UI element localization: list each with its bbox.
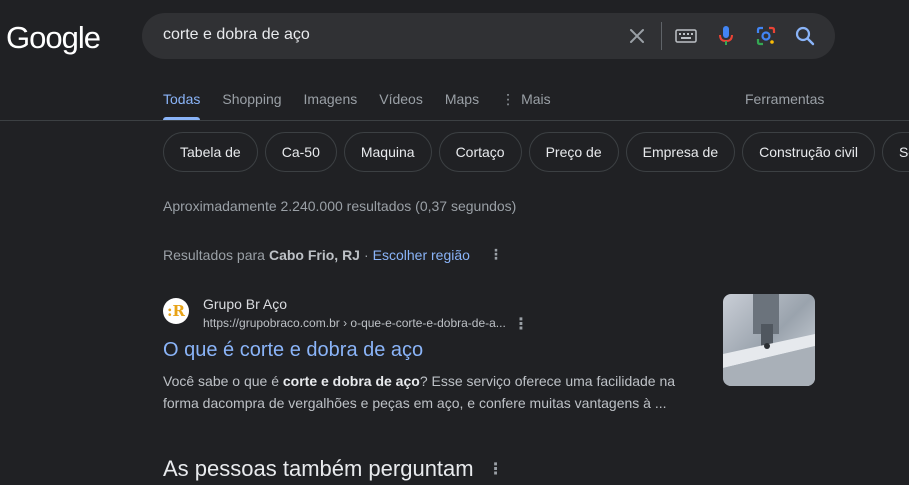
- site-url[interactable]: https://grupobraco.com.br › o-que-e-cort…: [203, 316, 506, 330]
- location-place: Cabo Frio, RJ: [268, 246, 360, 263]
- tab-maps[interactable]: Maps: [445, 78, 479, 120]
- search-results-page: Google corte e dobra de aço Todas Shoppi…: [0, 0, 909, 485]
- refinement-chips: Tabela de Ca-50 Maquina Cortaço Preço de…: [163, 132, 909, 172]
- chip[interactable]: Maquina: [343, 132, 432, 172]
- lens-icon[interactable]: [754, 24, 778, 48]
- snippet-highlight: corte e dobra de aço: [282, 373, 420, 389]
- location-notice: Resultados para Cabo Frio, RJ · Escolher…: [163, 246, 504, 263]
- site-name[interactable]: Grupo Br Aço: [203, 296, 287, 312]
- search-box[interactable]: corte e dobra de aço: [142, 13, 835, 59]
- tab-more[interactable]: ⋮ Mais: [501, 78, 551, 120]
- chip[interactable]: So: [881, 132, 909, 172]
- site-favicon[interactable]: :R: [163, 298, 189, 324]
- tab-shopping[interactable]: Shopping: [222, 78, 281, 120]
- people-also-ask: As pessoas também perguntam ⋮: [163, 456, 504, 482]
- more-vert-icon[interactable]: ⋮: [513, 314, 529, 334]
- more-vert-icon[interactable]: ⋮: [488, 459, 504, 479]
- chip[interactable]: Construção civil: [742, 132, 875, 172]
- chip[interactable]: Ca-50: [264, 132, 337, 172]
- choose-region-link[interactable]: Escolher região: [373, 247, 470, 263]
- location-separator: ·: [363, 246, 369, 263]
- chip[interactable]: Preço de: [528, 132, 619, 172]
- more-vert-icon[interactable]: ⋮: [488, 246, 504, 263]
- tab-videos[interactable]: Vídeos: [379, 78, 423, 120]
- search-divider: [661, 22, 662, 50]
- chip[interactable]: Cortaço: [438, 132, 522, 172]
- chip[interactable]: Tabela de: [163, 132, 258, 172]
- more-vert-icon: ⋮: [501, 91, 516, 107]
- tab-more-label: Mais: [521, 91, 551, 107]
- google-logo[interactable]: Google: [6, 20, 101, 56]
- keyboard-icon[interactable]: [674, 24, 698, 48]
- result-title-link[interactable]: O que é corte e dobra de aço: [163, 339, 423, 362]
- clear-icon[interactable]: [625, 24, 649, 48]
- result-snippet: Você sabe o que é corte e dobra de aço? …: [163, 370, 693, 414]
- chip[interactable]: Empresa de: [625, 132, 736, 172]
- search-tabs: Todas Shopping Imagens Vídeos Maps ⋮ Mais: [163, 78, 573, 120]
- location-prefix: Resultados para: [163, 246, 265, 263]
- search-input[interactable]: corte e dobra de aço: [163, 26, 310, 44]
- result-thumbnail[interactable]: [723, 294, 815, 386]
- paa-heading: As pessoas também perguntam: [163, 456, 474, 481]
- snippet-text: Você sabe o que é: [163, 373, 283, 389]
- tools-button[interactable]: Ferramentas: [745, 91, 824, 107]
- result-stats: Aproximadamente 2.240.000 resultados (0,…: [163, 198, 517, 214]
- tab-images[interactable]: Imagens: [304, 78, 358, 120]
- tab-all[interactable]: Todas: [163, 78, 201, 120]
- tabs-divider: [0, 120, 909, 121]
- microphone-icon[interactable]: [714, 24, 738, 48]
- search-icon[interactable]: [793, 24, 817, 48]
